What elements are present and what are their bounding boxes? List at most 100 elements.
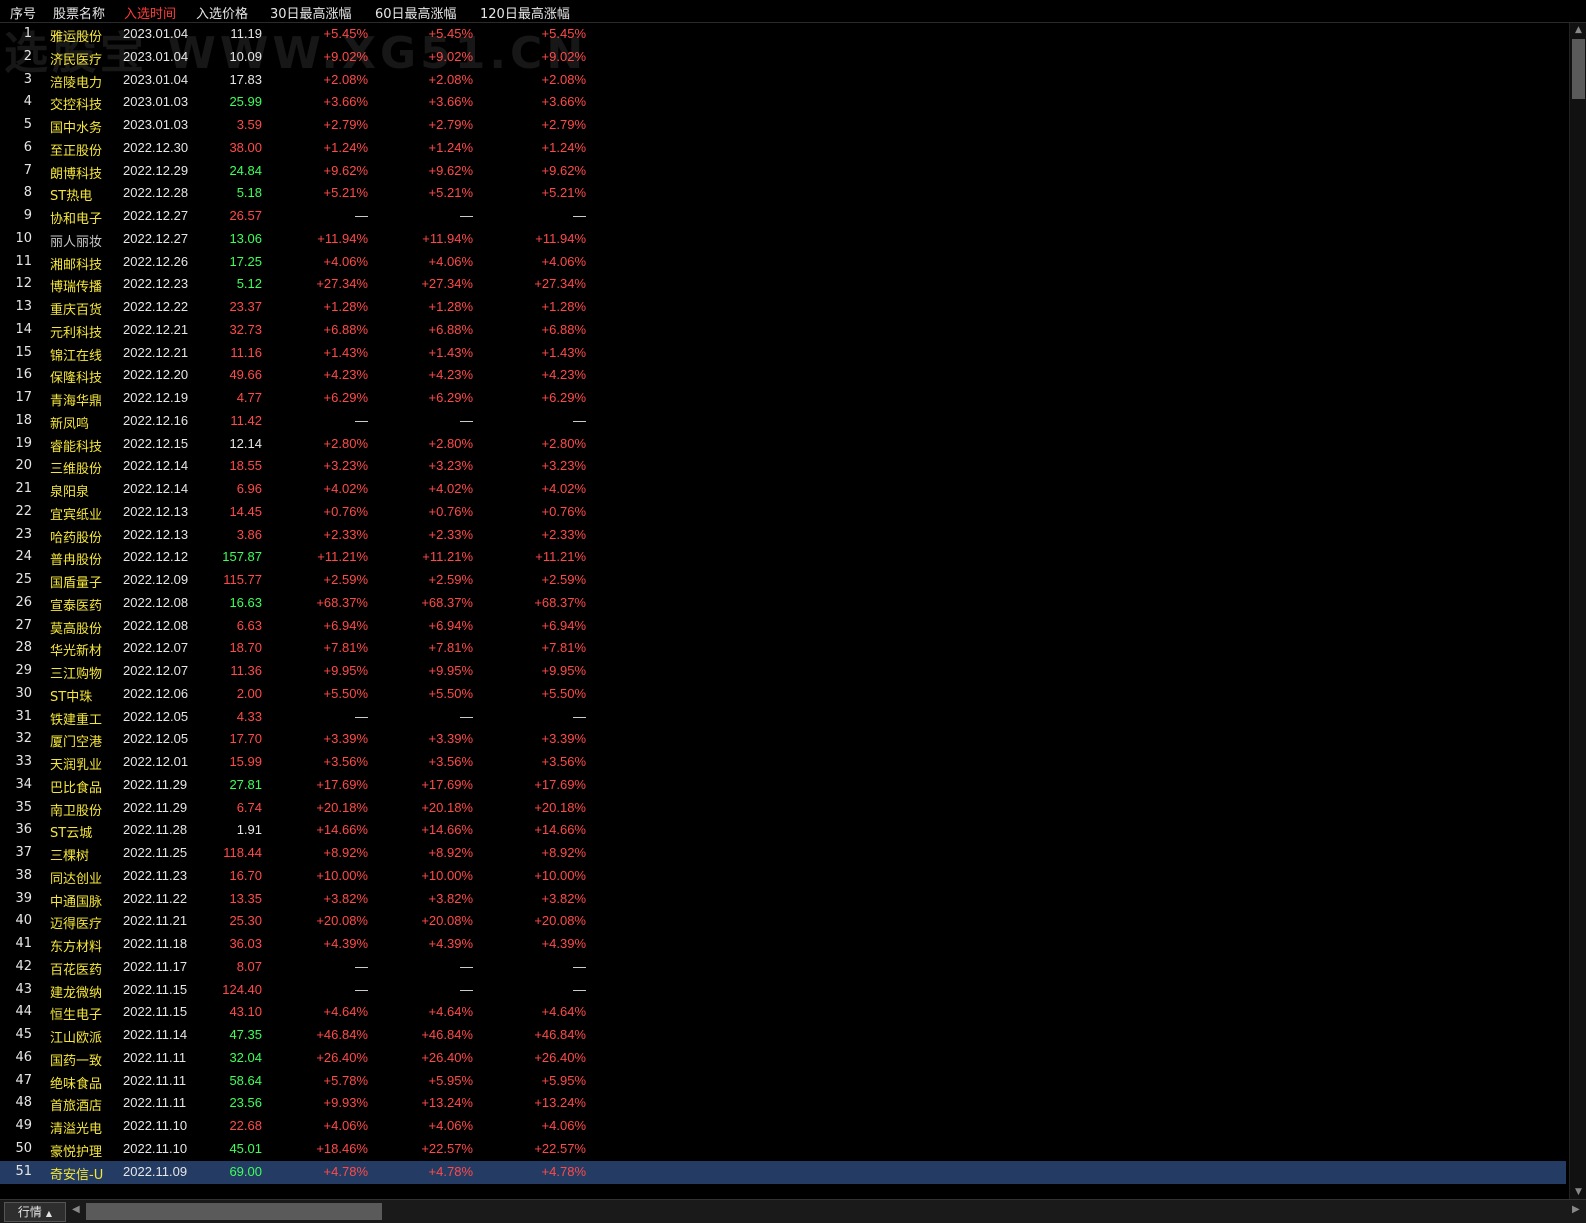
selection-price: 124.40 [222,981,262,997]
stock-name: 建龙微纳 [50,985,103,1001]
col-header-gain-120d[interactable]: 120日最高涨幅 [480,3,570,22]
row-index: 44 [15,1004,32,1020]
col-header-index[interactable]: 序号 [10,3,36,22]
col-header-date[interactable]: 入选时间 [124,3,176,22]
table-row[interactable]: 6 至正股份 2022.12.30 38.00 +1.24% +1.24% +1.24% [0,137,1566,160]
stock-name: 朗博科技 [50,166,103,182]
table-row[interactable]: 27 莫高股份 2022.12.08 6.63 +6.94% +6.94% +6.94% [0,615,1566,638]
scroll-left-arrow-icon[interactable]: ◀ [72,1204,80,1215]
table-row[interactable]: 32 厦门空港 2022.12.05 17.70 +3.39% +3.39% +3.39% [0,728,1566,751]
table-row[interactable]: 4 交控科技 2023.01.03 25.99 +3.66% +3.66% +3.66% [0,91,1566,114]
selection-date: 2022.11.10 [123,1118,188,1133]
table-row[interactable]: 50 豪悦护理 2022.11.10 45.01 +18.46% +22.57% +22.5… [0,1138,1566,1161]
table-row[interactable]: 35 南卫股份 2022.11.29 6.74 +20.18% +20.18% +20.18… [0,797,1566,820]
table-row[interactable]: 33 天润乳业 2022.12.01 15.99 +3.56% +3.56% +3.56% [0,751,1566,774]
table-row[interactable]: 23 哈药股份 2022.12.13 3.86 +2.33% +2.33% +2.33% [0,524,1566,547]
scroll-up-arrow-icon[interactable]: ▲ [1570,23,1586,37]
selection-price: 47.35 [229,1027,262,1042]
table-row[interactable]: 11 湘邮科技 2022.12.26 17.25 +4.06% +4.06% +4.06% [0,251,1566,274]
selection-price: 5.18 [236,185,262,201]
gain-120d: +5.95% [541,1072,586,1088]
table-row[interactable]: 51 奇安信-U 2022.11.09 69.00 +4.78% +4.78% +4.78% [0,1160,1566,1184]
selection-price: 5.12 [236,276,262,292]
gain-30d: — [355,208,368,223]
gain-120d: +10.00% [534,867,586,883]
table-row[interactable]: 41 东方材料 2022.11.18 36.03 +4.39% +4.39% +4.39% [0,933,1566,956]
vertical-scroll-thumb[interactable] [1572,39,1585,99]
gain-60d: +3.66% [428,94,473,110]
stock-name: 同达创业 [50,871,103,887]
table-row[interactable]: 34 巴比食品 2022.11.29 27.81 +17.69% +17.69% +17.6… [0,774,1566,797]
table-row[interactable]: 13 重庆百货 2022.12.22 23.37 +1.28% +1.28% +1.28% [0,296,1566,319]
gain-120d: +6.88% [541,321,586,337]
table-row[interactable]: 37 三棵树 2022.11.25 118.44 +8.92% +8.92% +8.92% [0,842,1566,865]
vertical-scrollbar[interactable]: ▲ ▼ [1569,23,1586,1199]
gain-30d: +4.78% [323,1163,368,1179]
table-row[interactable]: 40 迈得医疗 2022.11.21 25.30 +20.08% +20.08% +20.0… [0,910,1566,933]
table-row[interactable]: 18 新凤鸣 2022.12.16 11.42 — — — [0,410,1566,433]
table-row[interactable]: 10 丽人丽妆 2022.12.27 13.06 +11.94% +11.94% +11.9… [0,228,1566,251]
col-header-gain-60d[interactable]: 60日最高涨幅 [375,3,457,22]
col-header-name[interactable]: 股票名称 [53,3,105,22]
gain-60d: +2.33% [428,526,473,542]
row-index: 45 [15,1027,32,1042]
table-row[interactable]: 44 恒生电子 2022.11.15 43.10 +4.64% +4.64% +4.64% [0,1001,1566,1024]
scroll-down-arrow-icon[interactable]: ▼ [1570,1185,1586,1199]
stock-name: ST云城 [50,826,93,842]
table-row[interactable]: 17 青海华鼎 2022.12.19 4.77 +6.29% +6.29% +6.29% [0,387,1566,410]
table-row[interactable]: 38 同达创业 2022.11.23 16.70 +10.00% +10.00% +10.0… [0,865,1566,888]
table-row[interactable]: 36 ST云城 2022.11.28 1.91 +14.66% +14.66% +14.66… [0,819,1566,842]
horizontal-scroll-thumb[interactable] [86,1203,382,1220]
gain-120d: — [573,958,586,974]
table-row[interactable]: 49 清溢光电 2022.11.10 22.68 +4.06% +4.06% +4.06% [0,1115,1566,1138]
table-row[interactable]: 48 首旅酒店 2022.11.11 23.56 +9.93% +13.24% +13.24… [0,1092,1566,1115]
table-row[interactable]: 5 国中水务 2023.01.03 3.59 +2.79% +2.79% +2.79% [0,114,1566,137]
tab-market-quotes[interactable]: 行情 ▲ [4,1202,66,1222]
table-row[interactable]: 28 华光新材 2022.12.07 18.70 +7.81% +7.81% +7.81% [0,637,1566,660]
table-row[interactable]: 46 国药一致 2022.11.11 32.04 +26.40% +26.40% +26.4… [0,1047,1566,1070]
row-index: 46 [15,1049,32,1065]
table-row[interactable]: 26 宣泰医药 2022.12.08 16.63 +68.37% +68.37% +68.3… [0,592,1566,615]
selection-price: 4.33 [236,708,262,724]
table-row[interactable]: 2 济民医疗 2023.01.04 10.09 +9.02% +9.02% +9.02% [0,46,1566,69]
table-row[interactable]: 14 元利科技 2022.12.21 32.73 +6.88% +6.88% +6.88% [0,319,1566,342]
table-row[interactable]: 19 睿能科技 2022.12.15 12.14 +2.80% +2.80% +2.80% [0,433,1566,456]
gain-120d: +4.78% [541,1163,586,1179]
table-row[interactable]: 30 ST中珠 2022.12.06 2.00 +5.50% +5.50% +5.50% [0,683,1566,706]
selection-date: 2022.11.09 [123,1163,188,1179]
col-header-gain-30d[interactable]: 30日最高涨幅 [270,3,352,22]
selection-date: 2022.12.05 [123,708,189,724]
table-row[interactable]: 25 国盾量子 2022.12.09 115.77 +2.59% +2.59% +2.59% [0,569,1566,592]
table-row[interactable]: 47 绝味食品 2022.11.11 58.64 +5.78% +5.95% +5.95% [0,1070,1566,1093]
stock-name: 华光新材 [50,644,103,660]
stock-name: 锦江在线 [50,348,103,364]
table-row[interactable]: 16 保隆科技 2022.12.20 49.66 +4.23% +4.23% +4.23% [0,364,1566,387]
table-row[interactable]: 22 宜宾纸业 2022.12.13 14.45 +0.76% +0.76% +0.76% [0,501,1566,524]
table-row[interactable]: 43 建龙微纳 2022.11.15 124.40 — — — [0,979,1566,1002]
scroll-right-arrow-icon[interactable]: ▶ [1572,1204,1580,1215]
gain-60d: +5.21% [428,185,473,201]
table-row[interactable]: 12 博瑞传播 2022.12.23 5.12 +27.34% +27.34% +27.34… [0,273,1566,296]
table-row[interactable]: 45 江山欧派 2022.11.14 47.35 +46.84% +46.84% +46.8… [0,1024,1566,1047]
table-row[interactable]: 24 普冉股份 2022.12.12 157.87 +11.21% +11.21% +11.… [0,546,1566,569]
stock-name: 三棵树 [50,849,90,864]
table-row[interactable]: 15 锦江在线 2022.12.21 11.16 +1.43% +1.43% +1.43% [0,342,1566,365]
table-row[interactable]: 42 百花医药 2022.11.17 8.07 — — — [0,956,1566,979]
table-row[interactable]: 39 中通国脉 2022.11.22 13.35 +3.82% +3.82% +3.82% [0,888,1566,911]
table-row[interactable]: 20 三维股份 2022.12.14 18.55 +3.23% +3.23% +3.23% [0,455,1566,478]
table-row[interactable]: 21 泉阳泉 2022.12.14 6.96 +4.02% +4.02% +4.02% [0,478,1566,501]
gain-30d: +4.06% [323,253,368,269]
table-row[interactable]: 31 铁建重工 2022.12.05 4.33 — — — [0,706,1566,729]
gain-120d: — [573,208,586,223]
table-row[interactable]: 9 协和电子 2022.12.27 26.57 — — — [0,205,1566,228]
table-row[interactable]: 3 涪陵电力 2023.01.04 17.83 +2.08% +2.08% +2.08% [0,69,1566,92]
table-row[interactable]: 29 三江购物 2022.12.07 11.36 +9.95% +9.95% +9.95% [0,660,1566,683]
selection-price: 58.64 [229,1072,262,1088]
col-header-price[interactable]: 入选价格 [196,3,248,22]
table-row[interactable]: 1 雅运股份 2023.01.04 11.19 +5.45% +5.45% +5.45% [0,23,1566,46]
table-row[interactable]: 7 朗博科技 2022.12.29 24.84 +9.62% +9.62% +9.62% [0,160,1566,183]
gain-120d: +6.94% [541,617,586,633]
gain-120d: +68.37% [534,594,586,610]
selection-price: 3.86 [236,526,262,542]
table-row[interactable]: 8 ST热电 2022.12.28 5.18 +5.21% +5.21% +5.21% [0,182,1566,205]
